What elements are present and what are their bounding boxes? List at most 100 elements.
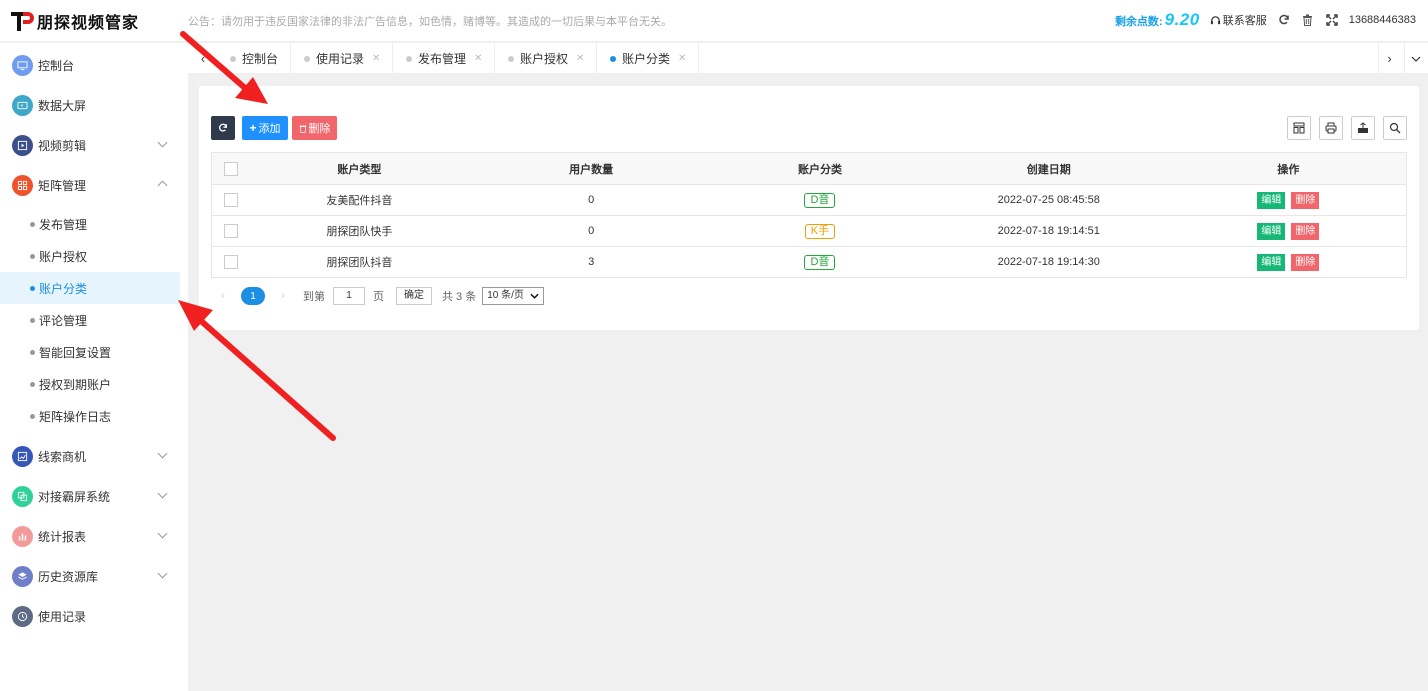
fullscreen-icon[interactable] [1325, 13, 1339, 27]
header-right: 剩余点数: 9.20 联系客服 13688446383 [1115, 10, 1416, 30]
submenu-item-expired-accounts[interactable]: 授权到期账户 [0, 368, 180, 400]
tab-account-category[interactable]: 账户分类 ✕ [598, 43, 700, 74]
tab-dot [508, 55, 514, 62]
sidebar-item-matrix[interactable]: 矩阵管理 [0, 165, 180, 205]
tab-dot [230, 55, 236, 62]
tabs-scroll-right[interactable]: › [1378, 43, 1400, 74]
select-all-checkbox[interactable] [223, 161, 238, 176]
submenu-item-comments[interactable]: 评论管理 [0, 304, 180, 336]
chevron-down-icon[interactable] [1404, 43, 1426, 74]
submenu-item-label: 智能回复设置 [39, 345, 112, 360]
tabs-scroll-left[interactable]: ‹ [192, 43, 214, 74]
tab-account-auth[interactable]: 账户授权 ✕ [496, 43, 598, 74]
bar-chart-icon [12, 525, 33, 547]
close-icon[interactable]: ✕ [576, 53, 584, 64]
column-header[interactable]: 账户分类 [713, 152, 927, 185]
submenu-item-smart-reply[interactable]: 智能回复设置 [0, 336, 180, 368]
page-number-input[interactable]: 1 [333, 287, 365, 305]
username[interactable]: 13688446383 [1349, 14, 1416, 26]
refresh-icon [219, 123, 227, 132]
tab-console[interactable]: 控制台 [218, 43, 292, 74]
sidebar-item-data-screen[interactable]: 数据大屏 [0, 85, 180, 125]
current-page[interactable]: 1 [241, 287, 265, 305]
sidebar-item-label: 历史资源库 [38, 569, 99, 584]
submenu-item-matrix-log[interactable]: 矩阵操作日志 [0, 400, 180, 432]
layers-icon [12, 565, 33, 587]
confirm-page-button[interactable]: 确定 [396, 287, 432, 305]
user-count-cell: 0 [469, 215, 714, 247]
category-badge: D音 [804, 192, 836, 208]
add-button-label: 添加 [258, 123, 281, 135]
total-count: 共 3 条 [442, 291, 477, 303]
logo[interactable]: 朋探视频管家 [10, 8, 139, 34]
video-edit-icon [12, 134, 33, 156]
bullet-icon [30, 221, 35, 227]
submenu-item-label: 账户授权 [39, 249, 88, 264]
chevron-down-icon [157, 568, 168, 579]
refresh-icon[interactable] [1277, 13, 1291, 27]
column-header[interactable]: 创建日期 [926, 152, 1171, 185]
sidebar-item-video-edit[interactable]: 视频剪辑 [0, 125, 180, 165]
refresh-button[interactable] [211, 116, 235, 140]
columns-button[interactable] [1287, 116, 1311, 140]
row-delete-button[interactable]: 删除 [1291, 191, 1320, 209]
edit-button[interactable]: 编辑 [1257, 191, 1286, 209]
bullet-icon [30, 413, 35, 419]
row-checkbox[interactable] [223, 224, 238, 238]
search-icon [1389, 122, 1401, 134]
sidebar-item-leads[interactable]: 线索商机 [0, 436, 180, 476]
trash-icon [299, 125, 306, 133]
add-button[interactable]: + 添加 [242, 116, 288, 140]
printer-icon [1325, 122, 1337, 134]
sidebar-item-screen-system[interactable]: 对接霸屏系统 [0, 476, 180, 516]
points-value: 9.20 [1164, 10, 1200, 29]
delete-button[interactable]: 删除 [292, 116, 337, 140]
logo-icon [11, 12, 34, 31]
table-header-row: 账户类型 用户数量 账户分类 创建日期 操作 [211, 152, 1407, 185]
submenu-item-publish[interactable]: 发布管理 [0, 208, 180, 240]
submenu-item-account-category[interactable]: 账户分类 [0, 272, 180, 304]
bullet-icon [30, 285, 35, 291]
bullet-icon [30, 381, 35, 387]
account-type-cell: 朋探团队快手 [249, 215, 470, 247]
monitor-icon [12, 54, 33, 76]
screen-icon [12, 94, 33, 116]
row-checkbox[interactable] [223, 255, 238, 269]
tab-dot [304, 55, 310, 62]
row-delete-button[interactable]: 删除 [1291, 222, 1320, 240]
contact-support-link[interactable]: 联系客服 [1210, 12, 1267, 28]
tab-label: 账户授权 [520, 52, 569, 66]
close-icon[interactable]: ✕ [372, 53, 380, 64]
sidebar-item-history[interactable]: 历史资源库 [0, 556, 180, 596]
export-button[interactable] [1351, 116, 1375, 140]
row-delete-button[interactable]: 删除 [1291, 253, 1320, 271]
submenu-item-account-auth[interactable]: 账户授权 [0, 240, 180, 272]
tab-usage[interactable]: 使用记录 ✕ [292, 43, 394, 74]
table-row: 友美配件抖音 0 D音 2022-07-25 08:45:58 编辑 删除 [211, 184, 1407, 216]
page-size-select[interactable]: 10 条/页 [482, 287, 544, 305]
sidebar-item-usage[interactable]: 使用记录 [0, 596, 180, 636]
tab-label: 发布管理 [418, 52, 467, 66]
sidebar-item-console[interactable]: 控制台 [0, 45, 180, 85]
edit-button[interactable]: 编辑 [1257, 222, 1286, 240]
search-button[interactable] [1383, 116, 1407, 140]
row-checkbox[interactable] [223, 193, 238, 207]
print-button[interactable] [1319, 116, 1343, 140]
edit-button[interactable]: 编辑 [1257, 253, 1286, 271]
trash-icon[interactable] [1301, 13, 1315, 27]
sidebar-item-reports[interactable]: 统计报表 [0, 516, 180, 556]
close-icon[interactable]: ✕ [474, 53, 482, 64]
content-card: + 添加 删除 账户类型 用户数量 账户分类 创建日期 操作 友美配件抖音 0 … [199, 86, 1419, 330]
submenu-item-label: 授权到期账户 [39, 377, 112, 392]
column-header[interactable]: 账户类型 [249, 152, 470, 185]
columns-icon [1293, 122, 1305, 134]
created-date-cell: 2022-07-25 08:45:58 [926, 184, 1171, 216]
column-header[interactable]: 用户数量 [469, 152, 714, 185]
prev-page-button[interactable]: ‹ [211, 284, 235, 308]
bullet-icon [30, 317, 35, 323]
user-count-cell: 3 [469, 246, 714, 278]
tab-publish[interactable]: 发布管理 ✕ [394, 43, 496, 74]
category-badge: D音 [804, 254, 836, 270]
close-icon[interactable]: ✕ [678, 53, 686, 64]
next-page-button[interactable]: › [271, 284, 295, 308]
